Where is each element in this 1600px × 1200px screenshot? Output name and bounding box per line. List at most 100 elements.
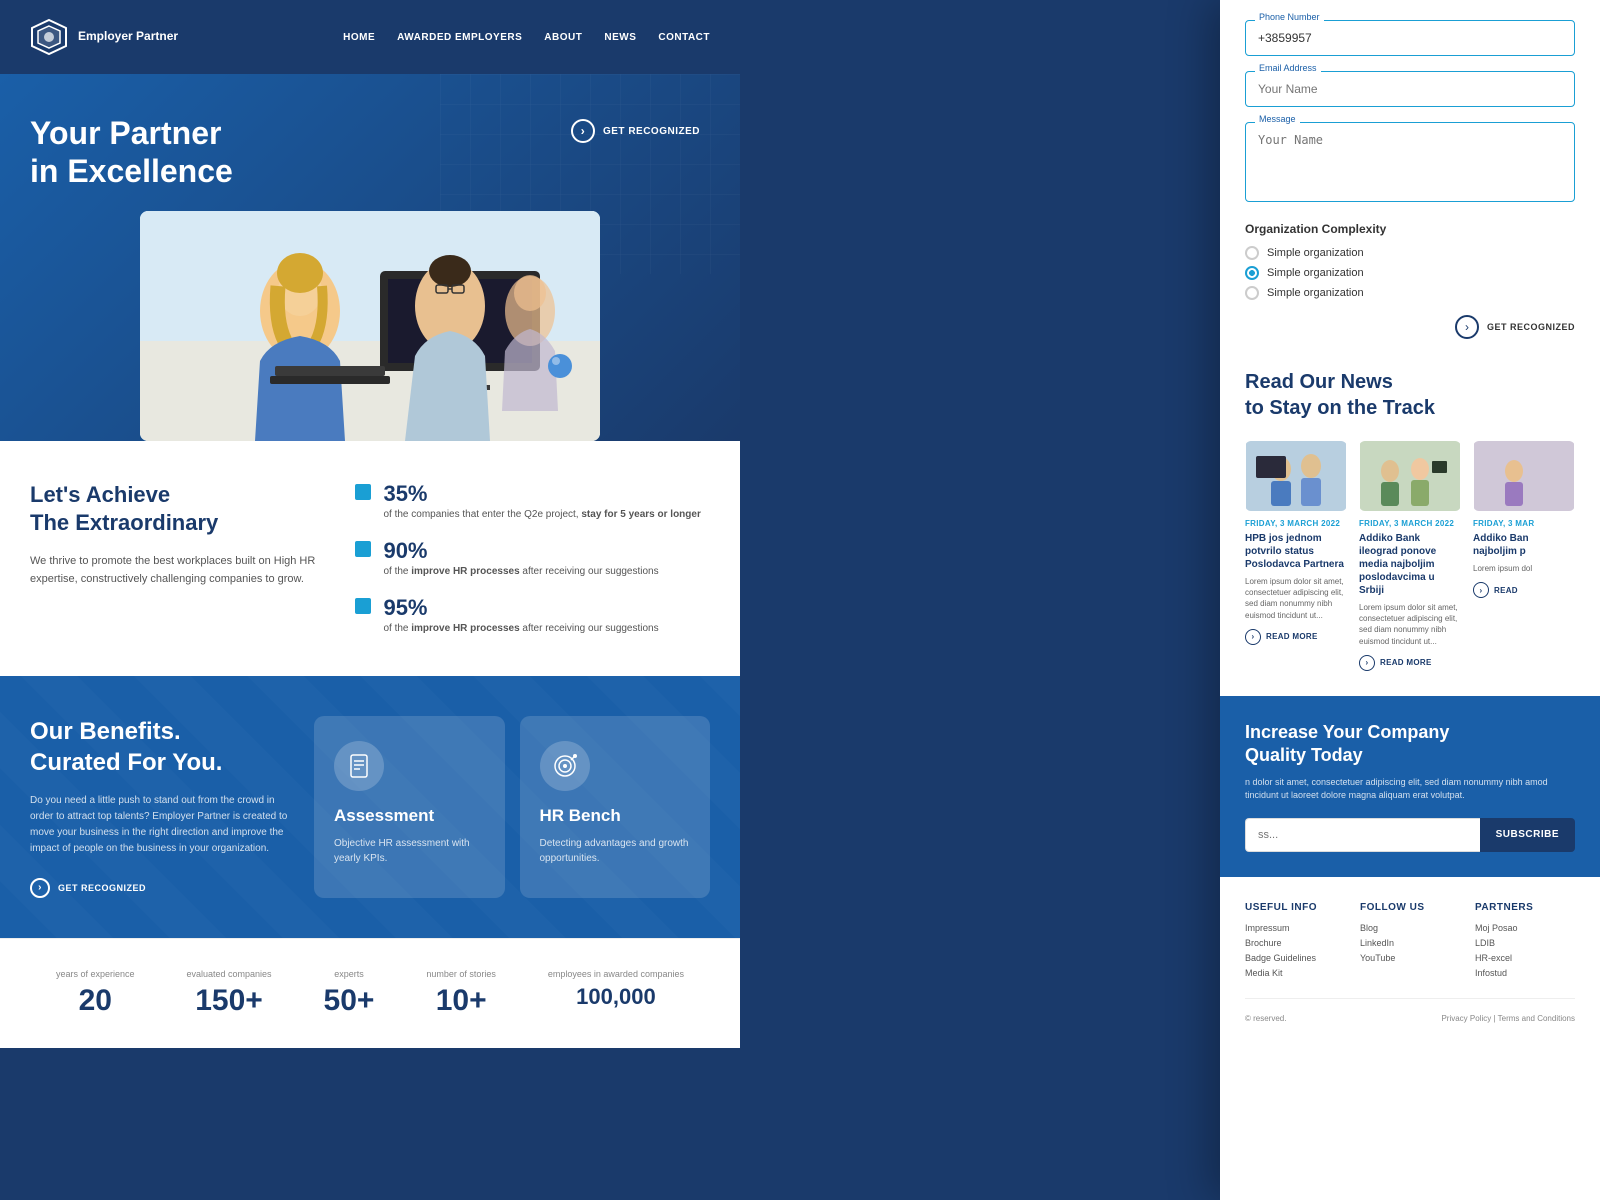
news-card-2: FRIDAY, 3 MARCH 2022 Addiko Bank ileogra… bbox=[1359, 441, 1461, 671]
news-excerpt-2: Lorem ipsum dolor sit amet, consectetuer… bbox=[1359, 602, 1461, 647]
footer-link-infostud[interactable]: Infostud bbox=[1475, 968, 1575, 978]
footer-link-badge[interactable]: Badge Guidelines bbox=[1245, 953, 1345, 963]
stat-employees-value: 100,000 bbox=[548, 984, 684, 1010]
nav-news[interactable]: NEWS bbox=[604, 32, 636, 43]
stats-bottom: years of experience 20 evaluated compani… bbox=[0, 938, 740, 1048]
footer-col-follow: FOLLOW US Blog LinkedIn YouTube bbox=[1360, 902, 1460, 983]
radio-2 bbox=[1245, 266, 1259, 280]
assessment-title: Assessment bbox=[334, 806, 485, 826]
form-submit-area: › GET RECOGNIZED bbox=[1245, 315, 1575, 339]
message-label: Message bbox=[1255, 114, 1300, 124]
footer-link-ldib[interactable]: LDIB bbox=[1475, 938, 1575, 948]
nav-home[interactable]: HOME bbox=[343, 32, 375, 43]
org-option-3[interactable]: Simple organization bbox=[1245, 286, 1575, 300]
footer-col-useful: USEFUL INFO Impressum Brochure Badge Gui… bbox=[1245, 902, 1345, 983]
form-submit-label[interactable]: GET RECOGNIZED bbox=[1487, 322, 1575, 332]
assessment-desc: Objective HR assessment with yearly KPIs… bbox=[334, 836, 485, 866]
news-cards: FRIDAY, 3 MARCH 2022 HPB jos jednom potv… bbox=[1245, 441, 1575, 671]
org-option-1[interactable]: Simple organization bbox=[1245, 246, 1575, 260]
hero-cta-button[interactable]: › GET RECOGNIZED bbox=[571, 119, 700, 143]
nav-awarded[interactable]: AWARDED EMPLOYERS bbox=[397, 32, 522, 43]
org-option-2[interactable]: Simple organization bbox=[1245, 266, 1575, 280]
phone-label: Phone Number bbox=[1255, 12, 1324, 22]
news-heading: Read Our News to Stay on the Track bbox=[1245, 369, 1575, 421]
nav-contact[interactable]: CONTACT bbox=[658, 32, 710, 43]
news-headline-3: Addiko Ban najboljim p bbox=[1473, 532, 1575, 558]
stat-experience: years of experience 20 bbox=[56, 969, 135, 1018]
hr-bench-title: HR Bench bbox=[540, 806, 691, 826]
main-nav: HOME AWARDED EMPLOYERS ABOUT NEWS CONTAC… bbox=[343, 32, 710, 43]
footer-link-brochure[interactable]: Brochure bbox=[1245, 938, 1345, 948]
hr-bench-desc: Detecting advantages and growth opportun… bbox=[540, 836, 691, 866]
stat-percent-3: 95% bbox=[383, 595, 658, 621]
stat-employees: employees in awarded companies 100,000 bbox=[548, 969, 684, 1018]
stat-content-1: 35% of the companies that enter the Q2e … bbox=[383, 481, 700, 522]
news-card-3: FRIDAY, 3 MAR Addiko Ban najboljim p Lor… bbox=[1473, 441, 1575, 671]
stat-desc-2: of the improve HR processes after receiv… bbox=[383, 564, 658, 579]
footer-link-mojposao[interactable]: Moj Posao bbox=[1475, 923, 1575, 933]
news-card-1: FRIDAY, 3 MARCH 2022 HPB jos jednom potv… bbox=[1245, 441, 1347, 671]
footer-link-media[interactable]: Media Kit bbox=[1245, 968, 1345, 978]
read-more-icon-2: › bbox=[1359, 655, 1375, 671]
subscribe-description: n dolor sit amet, consectetuer adipiscin… bbox=[1245, 776, 1575, 803]
org-option-2-label: Simple organization bbox=[1267, 267, 1364, 279]
stat-content-2: 90% of the improve HR processes after re… bbox=[383, 538, 658, 579]
stat-content-3: 95% of the improve HR processes after re… bbox=[383, 595, 658, 636]
email-input[interactable] bbox=[1245, 71, 1575, 107]
stat-stories-label: number of stories bbox=[426, 969, 496, 979]
stat-evaluated-value: 150+ bbox=[187, 984, 272, 1018]
footer-partners-heading: PARTNERS bbox=[1475, 902, 1575, 913]
email-label: Email Address bbox=[1255, 63, 1321, 73]
hero-image bbox=[140, 211, 600, 441]
news-read-more-3[interactable]: › READ bbox=[1473, 582, 1575, 598]
form-submit-arrow-icon: › bbox=[1455, 315, 1479, 339]
footer-link-hrexcel[interactable]: HR-excel bbox=[1475, 953, 1575, 963]
footer-link-blog[interactable]: Blog bbox=[1360, 923, 1460, 933]
news-date-1: FRIDAY, 3 MARCH 2022 bbox=[1245, 519, 1347, 528]
benefit-card-assessment: Assessment Objective HR assessment with … bbox=[314, 716, 505, 898]
logo-area[interactable]: Employer Partner bbox=[30, 18, 178, 56]
subscribe-button[interactable]: SUBSCRIBE bbox=[1480, 818, 1575, 852]
stat-stories: number of stories 10+ bbox=[426, 969, 496, 1018]
radio-3 bbox=[1245, 286, 1259, 300]
benefits-section: Our Benefits. Curated For You. Do you ne… bbox=[0, 676, 740, 938]
footer-link-linkedin[interactable]: LinkedIn bbox=[1360, 938, 1460, 948]
subscribe-form: SUBSCRIBE bbox=[1245, 818, 1575, 852]
footer-copyright: © reserved. bbox=[1245, 1014, 1286, 1023]
org-complexity-title: Organization Complexity bbox=[1245, 222, 1575, 236]
footer-link-youtube[interactable]: YouTube bbox=[1360, 953, 1460, 963]
footer-links: USEFUL INFO Impressum Brochure Badge Gui… bbox=[1245, 902, 1575, 999]
footer-useful-heading: USEFUL INFO bbox=[1245, 902, 1345, 913]
hero-cta-arrow-icon: › bbox=[571, 119, 595, 143]
news-img-3 bbox=[1473, 441, 1575, 511]
benefits-cta-button[interactable]: › GET RECOGNIZED bbox=[30, 878, 146, 898]
nav-about[interactable]: ABOUT bbox=[544, 32, 582, 43]
stats-left: Let's Achieve The Extraordinary We thriv… bbox=[30, 481, 325, 636]
stat-item-2: 90% of the improve HR processes after re… bbox=[355, 538, 710, 579]
email-field-group: Email Address bbox=[1245, 71, 1575, 107]
news-excerpt-3: Lorem ipsum dol bbox=[1473, 563, 1575, 574]
org-option-3-label: Simple organization bbox=[1267, 287, 1364, 299]
message-input[interactable] bbox=[1245, 122, 1575, 202]
news-read-more-1[interactable]: › READ MORE bbox=[1245, 629, 1347, 645]
logo-text: Employer Partner bbox=[78, 29, 178, 45]
right-panel: Phone Number Email Address Message Organ… bbox=[1220, 0, 1600, 1200]
hero-section: Your Partner in Excellence › GET RECOGNI… bbox=[0, 74, 740, 441]
contact-form-section: Phone Number Email Address Message Organ… bbox=[1245, 20, 1575, 339]
footer-link-impressum[interactable]: Impressum bbox=[1245, 923, 1345, 933]
benefit-card-hr-bench: HR Bench Detecting advantages and growth… bbox=[520, 716, 711, 898]
subscribe-input[interactable] bbox=[1245, 818, 1480, 852]
footer-col-partners: PARTNERS Moj Posao LDIB HR-excel Infostu… bbox=[1475, 902, 1575, 983]
stat-experts-value: 50+ bbox=[324, 984, 375, 1018]
stat-experts-label: experts bbox=[324, 969, 375, 979]
benefits-description: Do you need a little push to stand out f… bbox=[30, 793, 294, 857]
radio-1 bbox=[1245, 246, 1259, 260]
news-date-3: FRIDAY, 3 MAR bbox=[1473, 519, 1575, 528]
news-read-more-2[interactable]: › READ MORE bbox=[1359, 655, 1461, 671]
benefit-cards: Assessment Objective HR assessment with … bbox=[314, 716, 710, 898]
news-date-2: FRIDAY, 3 MARCH 2022 bbox=[1359, 519, 1461, 528]
stat-experts: experts 50+ bbox=[324, 969, 375, 1018]
org-option-1-label: Simple organization bbox=[1267, 247, 1364, 259]
phone-input[interactable] bbox=[1245, 20, 1575, 56]
stat-stories-value: 10+ bbox=[426, 984, 496, 1018]
